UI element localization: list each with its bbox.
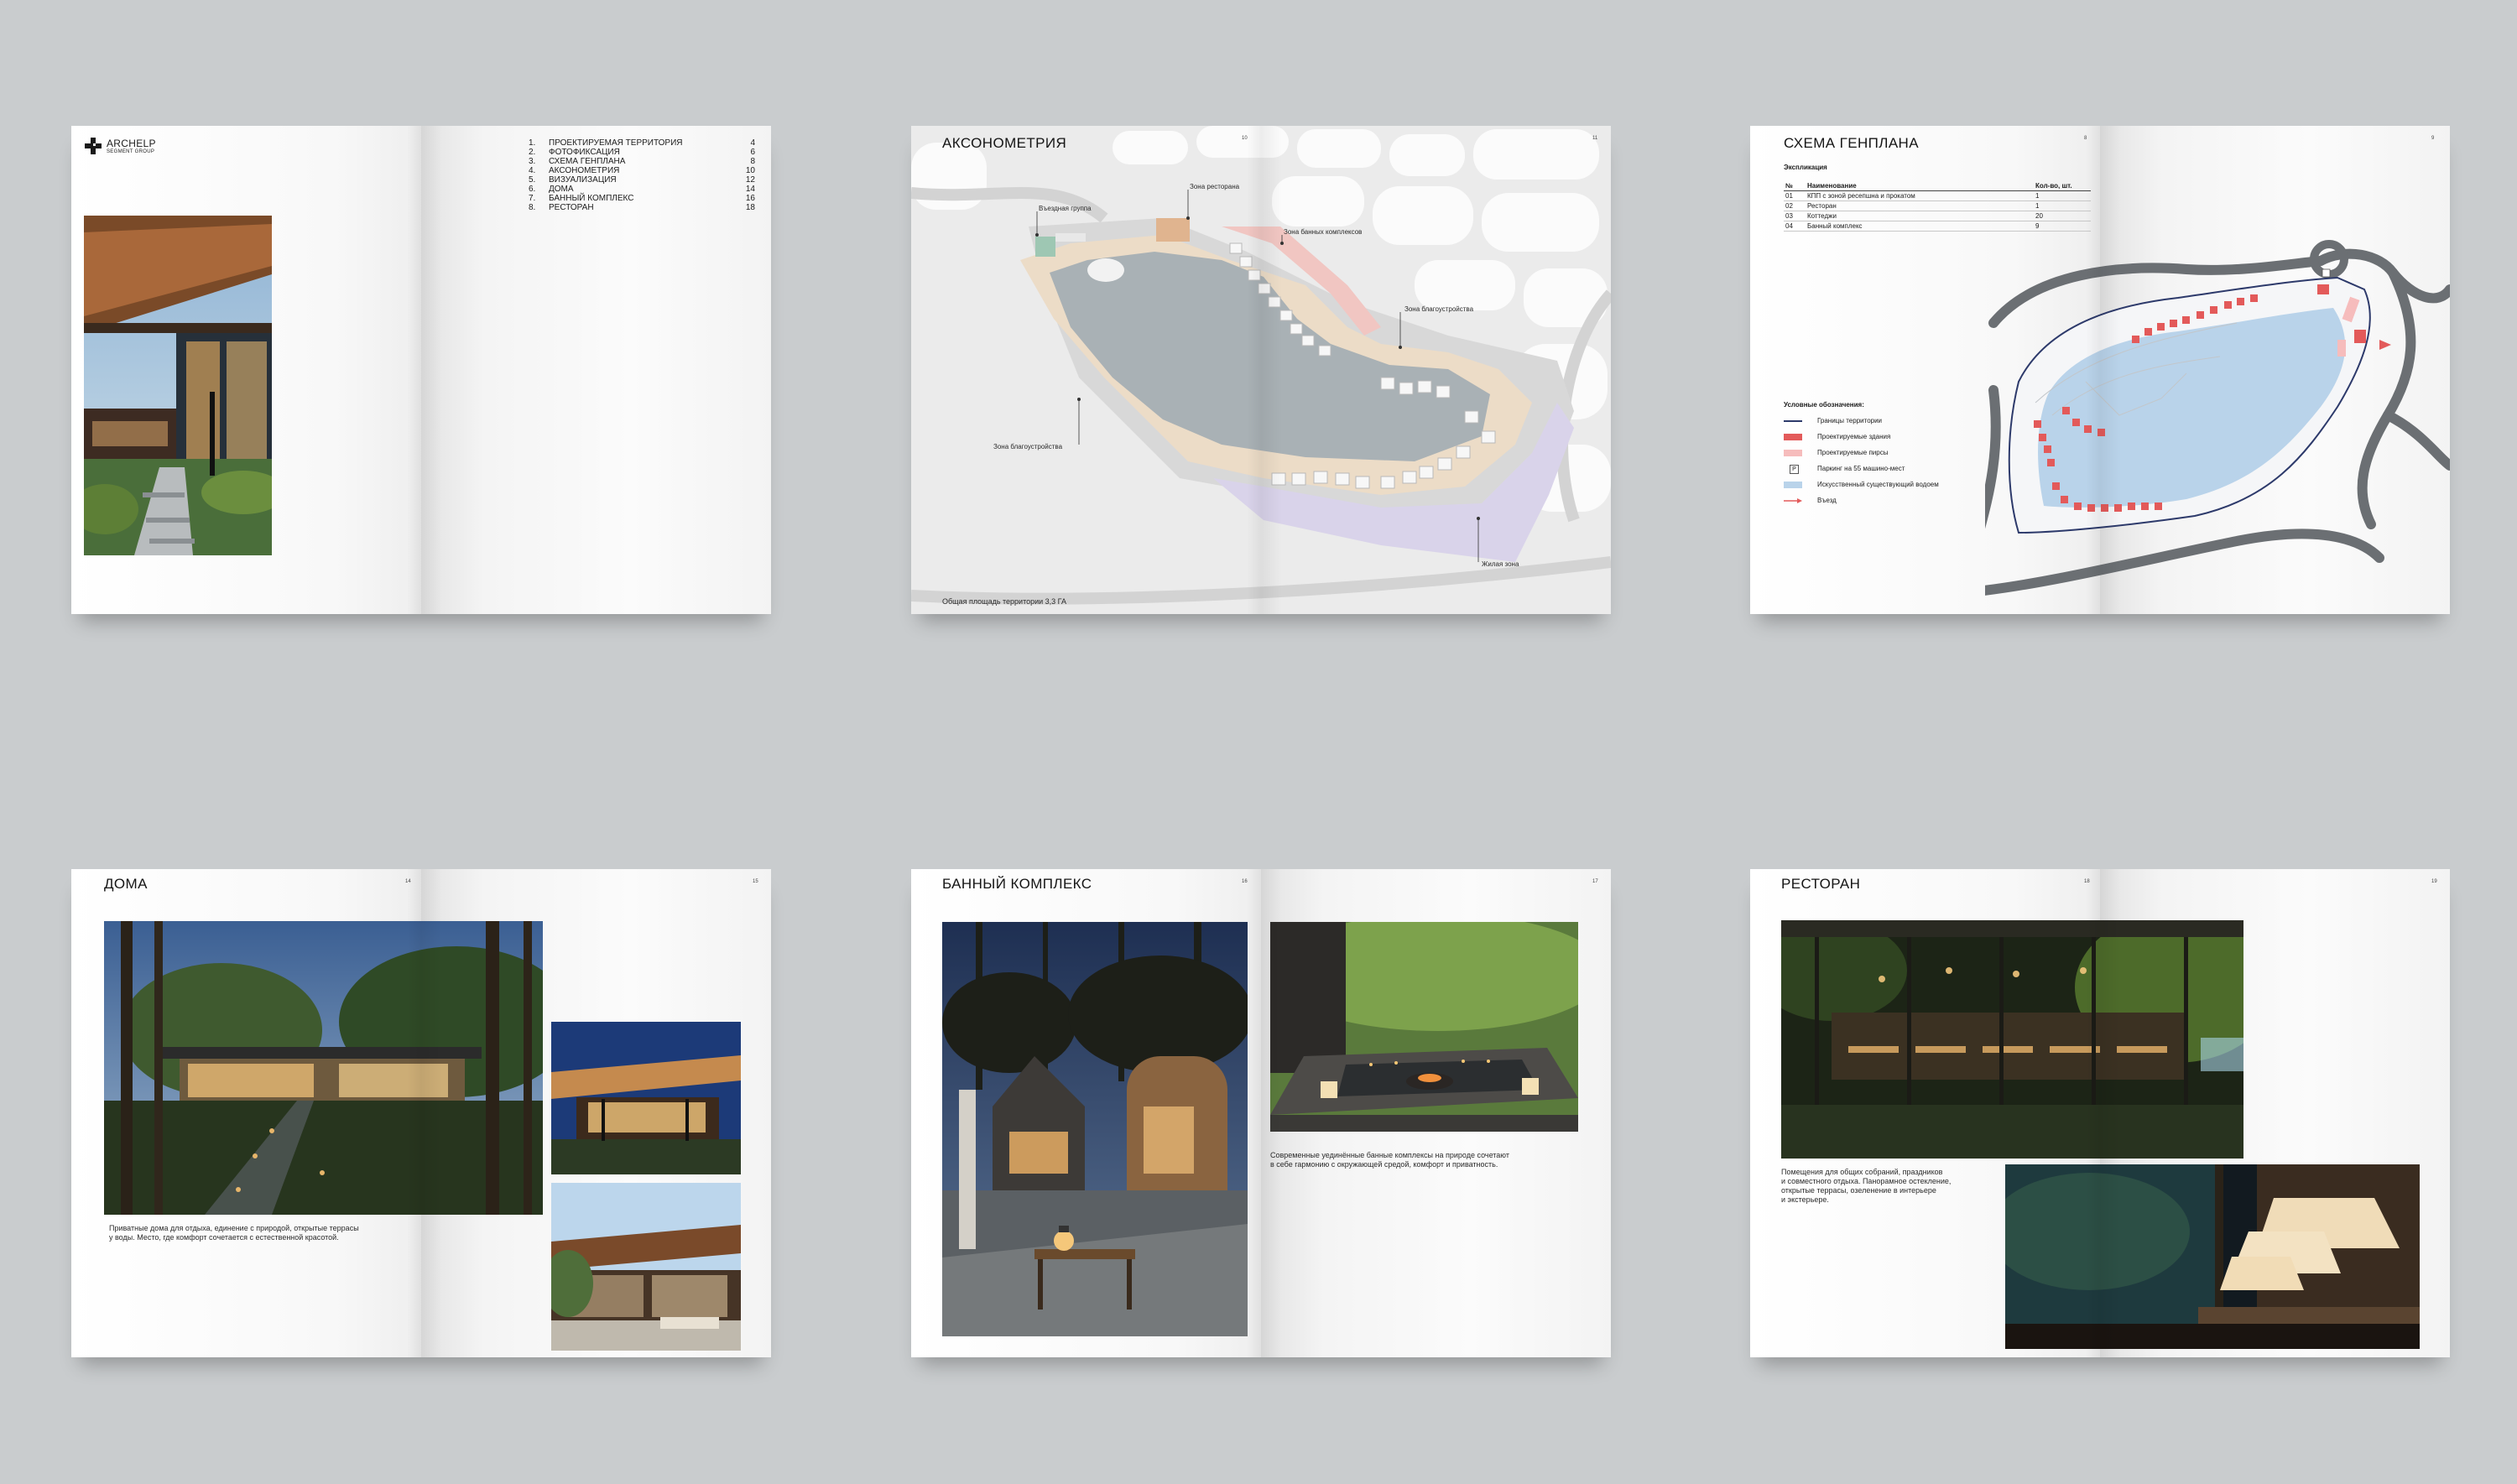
logo: ARCHELP SEGMENT GROUP [84,137,185,157]
toc-item[interactable]: 6. ДОМА 14 [529,185,755,194]
table-row: 03 Коттеджи 20 [1784,211,2091,221]
page-title: СХЕМА ГЕНПЛАНА [1784,135,1919,151]
page-number-right: 17 [1592,879,1598,884]
label-living-zone: Жилая зона [1482,560,1519,568]
legend-item: Искусственный существующий водоем [1784,480,2002,490]
label-restaurant-zone: Зона ресторана [1190,183,1240,190]
boundary-line-icon [1784,420,1802,422]
toc-item[interactable]: 4. АКСОНОМЕТРИЯ 10 [529,166,755,175]
table-of-contents: 1. ПРОЕКТИРУЕМАЯ ТЕРРИТОРИЯ 4 2. ФОТОФИКСАЦ… [529,138,755,222]
spread-houses: ДОМА 14 15 Приватные дома для отдыха, ед… [71,869,771,1357]
restaurant-caption-line2: и совместного отдыха. Панорамное остекле… [1781,1177,1952,1185]
legend-item: P Паркинг на 55 машино-мест [1784,464,2002,474]
legend-item: Проектируемые пирсы [1784,448,2002,458]
pier-swatch-icon [1784,450,1802,456]
spread-bath-complex: БАННЫЙ КОМПЛЕКС 16 17 Современные уединё… [911,869,1611,1357]
page-number-left: 8 [2084,136,2087,141]
restaurant-caption-line4: и экстерьере. [1781,1195,1829,1204]
table-row: 01 КПП с зоной ресепшна и прокатом 1 [1784,191,2091,201]
cover-photo [84,216,272,555]
house-photo-main [104,921,543,1215]
house-photo-top-right [551,1022,741,1174]
label-entry-zone: Въездная группа [1039,205,1092,212]
page-number-right: 9 [2431,136,2435,141]
table-header: № Наименование Кол-во, шт. [1784,181,2091,191]
explication-title: Экспликация [1784,164,1827,171]
entry-arrow-icon [1784,498,1802,503]
bath-photo-right [1270,922,1578,1132]
page-number-left: 14 [405,879,411,884]
legend-item: Проектируемые здания [1784,432,2002,442]
page-title: БАННЫЙ КОМПЛЕКС [942,876,1092,892]
restaurant-caption-line1: Помещения для общих собраний, праздников [1781,1168,1943,1176]
toc-item[interactable]: 3. СХЕМА ГЕНПЛАНА 8 [529,157,755,166]
label-landscape-zone-left: Зона благоустройства [993,443,1063,450]
spread-axonometry: АКСОНОМЕТРИЯ 10 11 Въездная группа Зона … [911,126,1611,614]
water-swatch-icon [1784,482,1802,488]
logo-name: ARCHELP [107,138,156,149]
legend-item: Границы территории [1784,416,2002,426]
houses-caption-line1: Приватные дома для отдыха, единение с пр… [109,1224,359,1232]
building-swatch-icon [1784,434,1802,440]
restaurant-photo-top [1781,920,2243,1159]
toc-item[interactable]: 5. ВИЗУАЛИЗАЦИЯ 12 [529,175,755,185]
house-photo-bottom-right [551,1183,741,1351]
bath-caption-line2: в себе гармонию с окружающей средой, ком… [1270,1160,1498,1169]
label-bath-zone: Зона банных комплексов [1284,228,1363,236]
page-number-right: 19 [2431,879,2437,884]
total-area-note: Общая площадь территории 3,3 ГА [942,597,1066,606]
spread-master-plan: СХЕМА ГЕНПЛАНА 8 9 Экспликация № Наимено… [1750,126,2450,614]
page-number-left: 10 [1242,136,1248,141]
legend: Границы территории Проектируемые здания … [1784,416,2002,517]
legend-item: Въезд [1784,496,2002,506]
page-number-left: 16 [1242,879,1248,884]
page-title: ДОМА [104,876,148,892]
bath-photo-left [942,922,1248,1336]
page-number-left: 18 [2084,879,2090,884]
master-plan-map [1972,239,2450,614]
table-row: 02 Ресторан 1 [1784,201,2091,211]
toc-item[interactable]: 8. РЕСТОРАН 18 [529,203,755,212]
page-title: РЕСТОРАН [1781,876,1861,892]
restaurant-photo-bottom [2005,1164,2420,1349]
houses-caption-line2: у воды. Место, где комфорт сочетается с … [109,1233,339,1242]
logo-cross-icon [85,138,102,154]
toc-item[interactable]: 2. ФОТОФИКСАЦИЯ 6 [529,148,755,157]
page-number-right: 11 [1592,136,1598,141]
legend-title: Условные обозначения: [1784,401,1864,409]
table-row: 04 Банный комплекс 9 [1784,221,2091,232]
parking-icon: P [1790,465,1799,474]
toc-item[interactable]: 1. ПРОЕКТИРУЕМАЯ ТЕРРИТОРИЯ 4 [529,138,755,148]
logo-subtitle: SEGMENT GROUP [107,149,155,154]
page-title: АКСОНОМЕТРИЯ [942,135,1067,151]
page-number-right: 15 [753,879,758,884]
toc-item[interactable]: 7. БАННЫЙ КОМПЛЕКС 16 [529,194,755,203]
spread-restaurant: РЕСТОРАН 18 19 Помещения для общих собра… [1750,869,2450,1357]
restaurant-caption-line3: открытые террасы, озеленение в интерьере [1781,1186,1936,1195]
spread-contents: ARCHELP SEGMENT GROUP 1. ПРОЕКТИРУЕМАЯ Т… [71,126,771,614]
bath-caption-line1: Современные уединённые банные комплексы … [1270,1151,1509,1159]
label-landscape-zone-right: Зона благоустройства [1404,305,1474,313]
explication-table: № Наименование Кол-во, шт. 01 КПП с зоной… [1784,181,2091,232]
axonometry-map [911,126,1611,614]
